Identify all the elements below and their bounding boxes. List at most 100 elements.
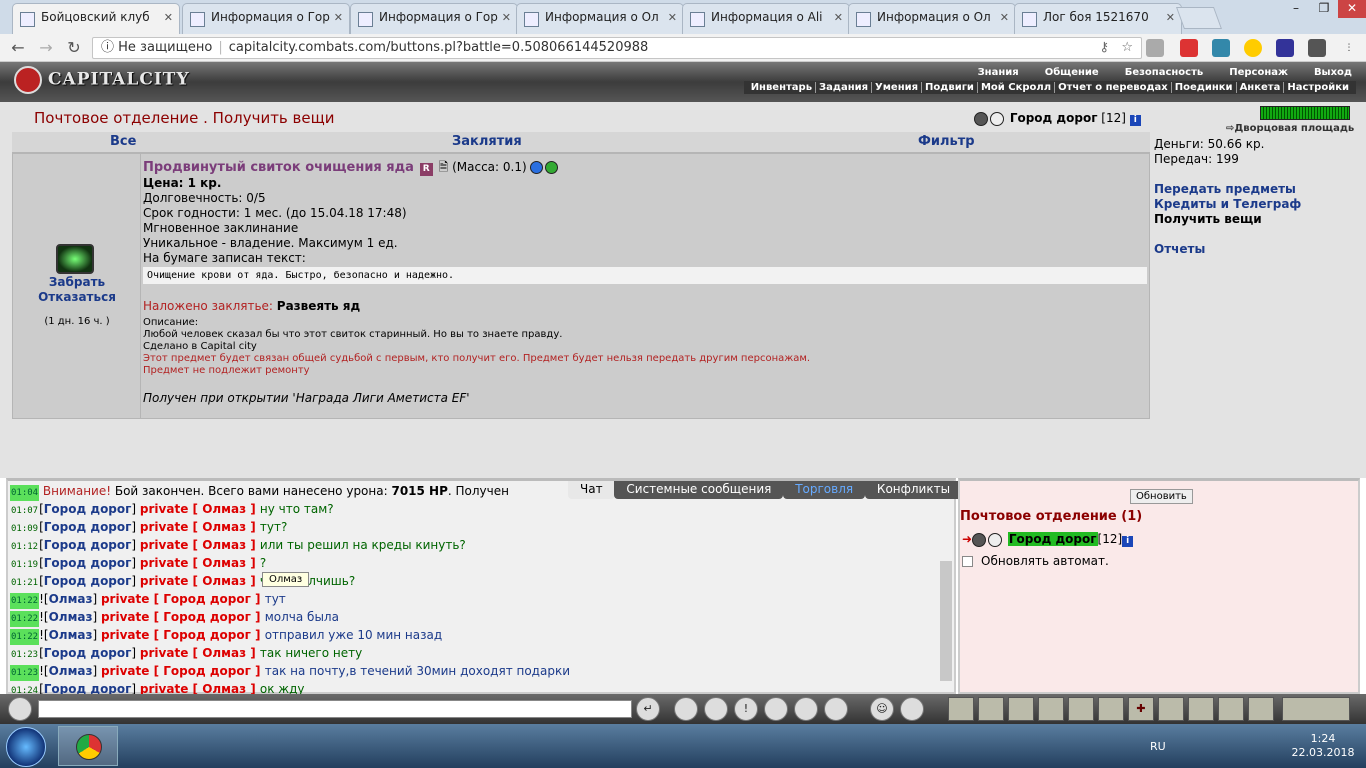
taskbar-chrome[interactable] — [58, 726, 118, 766]
tab-trade[interactable]: Торговля — [783, 481, 866, 499]
sub-menu-item[interactable]: Настройки — [1283, 82, 1352, 93]
sub-menu-item[interactable]: Инвентарь — [748, 82, 815, 93]
back-icon[interactable]: ← — [8, 38, 28, 57]
message-sender[interactable]: Олмаз — [49, 628, 93, 642]
extension-vk-icon[interactable] — [1180, 39, 1198, 57]
private-icon[interactable] — [794, 697, 818, 721]
message-sender[interactable]: Город дорог — [44, 502, 132, 516]
browser-tab[interactable]: Информация о Ол ✕ — [516, 3, 684, 34]
clock[interactable]: 1:24 22.03.2018 — [1290, 732, 1356, 760]
message-sender[interactable]: Город дорог — [44, 520, 132, 534]
sub-menu-item[interactable]: Поединки — [1170, 82, 1236, 93]
sub-menu-item[interactable]: Анкета — [1235, 82, 1284, 93]
extension-2048-icon[interactable] — [1146, 39, 1164, 57]
language-indicator[interactable]: RU — [1150, 740, 1166, 753]
skill-3-icon[interactable] — [1008, 697, 1034, 721]
browser-tab[interactable]: Бойцовский клуб ✕ — [12, 3, 180, 34]
take-button[interactable]: Забрать — [13, 275, 141, 290]
message-sender[interactable]: Город дорог — [44, 538, 132, 552]
message-recipient[interactable]: Город дорог — [163, 664, 251, 678]
panel-user-name[interactable]: Город дорог — [1007, 532, 1098, 546]
info-badge-icon[interactable]: i — [1122, 536, 1134, 547]
message-recipient[interactable]: Олмаз — [202, 502, 246, 516]
key-icon[interactable]: ⚷ — [1099, 38, 1109, 58]
start-button[interactable] — [6, 727, 46, 767]
tab-close-icon[interactable]: ✕ — [1166, 11, 1175, 24]
skill-7-icon[interactable] — [1158, 697, 1184, 721]
message-sender[interactable]: Олмаз — [49, 610, 93, 624]
auto-refresh-checkbox[interactable]: Обновлять автомат. — [962, 554, 1109, 568]
tab-system-messages[interactable]: Системные сообщения — [614, 481, 784, 499]
tab-chat[interactable]: Чат — [568, 481, 615, 499]
skill-4-icon[interactable] — [1038, 697, 1064, 721]
alert-icon[interactable]: ! — [734, 697, 758, 721]
message-sender[interactable]: Город дорог — [44, 556, 132, 570]
close-window-icon[interactable]: ✕ — [1338, 0, 1366, 18]
sub-menu-item[interactable]: Подвиги — [921, 82, 977, 93]
flag-icon[interactable] — [1218, 697, 1244, 721]
tab-all[interactable]: Все — [110, 134, 136, 149]
message-sender[interactable]: Город дорог — [44, 574, 132, 588]
filter-icon[interactable] — [704, 697, 728, 721]
extension-bookmark-icon[interactable] — [1276, 39, 1294, 57]
forward-icon[interactable]: → — [36, 38, 56, 57]
sub-menu-item[interactable]: Задания — [815, 82, 872, 93]
top-menu-item[interactable]: Персонаж — [1229, 67, 1288, 78]
sub-menu-item[interactable]: Умения — [871, 82, 922, 93]
skill-1-icon[interactable] — [948, 697, 974, 721]
message-sender[interactable]: Олмаз — [49, 592, 93, 606]
sub-menu-item[interactable]: Отчет о переводах — [1054, 82, 1171, 93]
message-recipient[interactable]: Олмаз — [202, 556, 246, 570]
menu-icon[interactable]: ⋮ — [1340, 39, 1358, 57]
send-icon[interactable]: ↵ — [636, 697, 660, 721]
skill-6-icon[interactable] — [1098, 697, 1124, 721]
eraser-icon[interactable] — [674, 697, 698, 721]
timer-button[interactable] — [1282, 697, 1350, 721]
message-recipient[interactable]: Город дорог — [163, 628, 251, 642]
refresh-button[interactable]: Обновить — [1130, 489, 1193, 504]
browser-tab[interactable]: Лог боя 1521670 ✕ — [1014, 3, 1182, 34]
message-recipient[interactable]: Олмаз — [202, 646, 246, 660]
tab-conflicts[interactable]: Конфликты — [864, 481, 963, 499]
skill-2-icon[interactable] — [978, 697, 1004, 721]
browser-tab[interactable]: Информация о Ali ✕ — [682, 3, 850, 34]
maximize-icon[interactable]: ❐ — [1310, 0, 1338, 18]
skill-5-icon[interactable] — [1068, 697, 1094, 721]
skill-8-icon[interactable] — [1188, 697, 1214, 721]
top-menu-item[interactable]: Знания — [978, 67, 1019, 78]
tab-spells[interactable]: Заклятия — [452, 134, 522, 149]
chat-scrollbar[interactable] — [940, 561, 952, 681]
smiley-icon[interactable]: ☺ — [870, 697, 894, 721]
top-menu-item[interactable]: Общение — [1045, 67, 1099, 78]
url-input[interactable]: ⓘ Не защищено | capitalcity.combats.com/bu… — [92, 37, 1142, 59]
tab-close-icon[interactable]: ✕ — [1000, 11, 1009, 24]
site-logo[interactable]: CAPITALCITY — [14, 66, 190, 94]
minimize-icon[interactable]: – — [1282, 0, 1310, 18]
walk-icon[interactable] — [764, 697, 788, 721]
message-sender[interactable]: Город дорог — [44, 646, 132, 660]
sub-menu-item[interactable]: Мой Скролл — [976, 82, 1055, 93]
top-menu-item[interactable]: Выход — [1314, 67, 1352, 78]
extension-vk-alt-icon[interactable] — [1308, 39, 1326, 57]
get-items-link[interactable]: Получить вещи — [1154, 212, 1354, 227]
heal-icon[interactable]: ✚ — [1128, 697, 1154, 721]
new-tab-button[interactable] — [1175, 7, 1223, 29]
info-icon[interactable]: ⓘ — [101, 40, 114, 55]
location-name[interactable]: Город дорог — [1010, 111, 1098, 125]
tab-close-icon[interactable]: ✕ — [502, 11, 511, 24]
reload-icon[interactable]: ↻ — [64, 38, 84, 57]
chat-input[interactable] — [38, 700, 632, 718]
info-badge-icon[interactable]: i — [1129, 115, 1141, 126]
refuse-button[interactable]: Отказаться — [13, 290, 141, 305]
palace-link[interactable]: ⇨Дворцовая площадь — [1226, 123, 1354, 134]
message-sender[interactable]: Олмаз — [49, 664, 93, 678]
extension-m-icon[interactable] — [1244, 39, 1262, 57]
tab-close-icon[interactable]: ✕ — [834, 11, 843, 24]
extension-gamepad-icon[interactable] — [1212, 39, 1230, 57]
exit-icon[interactable] — [1248, 697, 1274, 721]
credits-telegraph-link[interactable]: Кредиты и Телеграф — [1154, 197, 1354, 212]
message-recipient[interactable]: Олмаз — [202, 574, 246, 588]
tab-close-icon[interactable]: ✕ — [668, 11, 677, 24]
reports-link[interactable]: Отчеты — [1154, 242, 1354, 257]
top-menu-item[interactable]: Безопасность — [1125, 67, 1204, 78]
